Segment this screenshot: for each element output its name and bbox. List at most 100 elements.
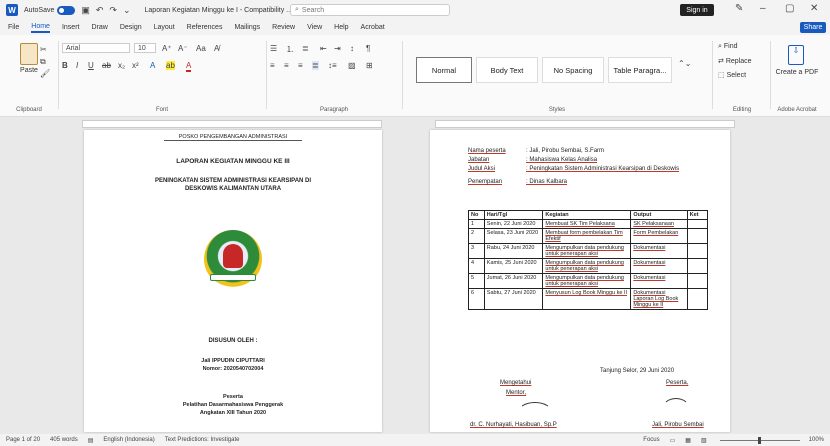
word-count[interactable]: 405 words bbox=[50, 437, 78, 443]
decrease-indent-icon[interactable]: ⇤ bbox=[320, 44, 327, 53]
align-left-icon[interactable]: ≡ bbox=[270, 61, 275, 70]
cell-note bbox=[686, 228, 709, 244]
superscript-icon[interactable]: x² bbox=[132, 61, 139, 70]
language[interactable]: English (Indonesia) bbox=[103, 437, 154, 443]
underline-icon[interactable]: U bbox=[88, 61, 94, 70]
meta-value-placement: : Dinas Kalbara bbox=[526, 179, 568, 185]
report-subtitle-1: PENINGKATAN SISTEM ADMINISTRASI KEARSIPA… bbox=[154, 178, 312, 184]
cell-output: Dokumentasi Laporan Log Book Minggu ke I… bbox=[630, 288, 688, 310]
menu-home[interactable]: Home bbox=[31, 23, 50, 33]
document-page-2[interactable]: Nama peserta : Jali, Pirobu Sembai, S.Fa… bbox=[430, 130, 730, 432]
save-icon[interactable]: ▣ bbox=[81, 5, 90, 16]
divider bbox=[770, 41, 771, 109]
focus-button[interactable]: Focus bbox=[643, 437, 659, 443]
style-no-spacing[interactable]: No Spacing bbox=[542, 57, 604, 83]
cell-activity: Mengumpulkan data pendukung untuk penera… bbox=[542, 258, 632, 274]
close-icon[interactable]: ✕ bbox=[810, 3, 818, 14]
align-right-icon[interactable]: ≡ bbox=[298, 61, 303, 70]
font-color-icon[interactable]: A bbox=[186, 61, 192, 72]
italic-icon[interactable]: I bbox=[76, 61, 78, 70]
menu-design[interactable]: Design bbox=[120, 24, 142, 31]
increase-indent-icon[interactable]: ⇥ bbox=[334, 44, 341, 53]
menu-review[interactable]: Review bbox=[272, 24, 295, 31]
meta-label-placement: Penempatan bbox=[468, 179, 503, 185]
document-page-1[interactable]: POSKO PENGEMBANGAN ADMINISTRASI LAPORAN … bbox=[84, 130, 382, 432]
minimize-icon[interactable]: – bbox=[760, 3, 766, 14]
copy-icon[interactable]: ⧉ bbox=[40, 57, 46, 67]
shading-icon[interactable]: ▨ bbox=[348, 61, 356, 70]
autosave[interactable]: AutoSave bbox=[24, 5, 76, 15]
read-mode-icon[interactable]: ▭ bbox=[670, 437, 676, 444]
text-predictions[interactable]: Text Predictions: Investigate bbox=[165, 437, 240, 443]
zoom-level[interactable]: 100% bbox=[809, 437, 824, 443]
menu-draw[interactable]: Draw bbox=[91, 24, 107, 31]
pdf-icon[interactable]: ⇩ bbox=[788, 45, 804, 65]
style-normal[interactable]: Normal bbox=[416, 57, 472, 83]
horizontal-ruler-2[interactable] bbox=[435, 120, 735, 128]
menu-insert[interactable]: Insert bbox=[62, 24, 80, 31]
menu-mailings[interactable]: Mailings bbox=[234, 24, 260, 31]
font-name-select[interactable]: Arial bbox=[62, 43, 130, 53]
pilcrow-icon[interactable]: ¶ bbox=[366, 44, 370, 53]
align-center-icon[interactable]: ≡ bbox=[284, 61, 289, 70]
numbering-icon[interactable]: ⒈ bbox=[286, 44, 294, 55]
format-painter-icon[interactable]: 🖌 bbox=[40, 69, 50, 78]
undo-icon[interactable]: ↶ bbox=[96, 5, 104, 16]
highlight-icon[interactable]: ab bbox=[166, 61, 175, 70]
menu-references[interactable]: References bbox=[187, 24, 223, 31]
cell-no: 2 bbox=[468, 228, 485, 244]
autosave-toggle[interactable] bbox=[57, 5, 76, 15]
page-count[interactable]: Page 1 of 20 bbox=[6, 437, 40, 443]
replace-icon: ⇄ bbox=[718, 58, 726, 65]
style-body-text[interactable]: Body Text bbox=[476, 57, 538, 83]
clipboard-label: Clipboard bbox=[16, 107, 42, 113]
find-button[interactable]: ⌕ Find bbox=[718, 43, 738, 51]
bullets-icon[interactable]: ☰ bbox=[270, 44, 277, 53]
chevron-down-icon[interactable]: ⌄ bbox=[123, 5, 131, 16]
paste-icon[interactable] bbox=[20, 43, 38, 65]
borders-icon[interactable]: ⊞ bbox=[366, 61, 373, 70]
menu-file[interactable]: File bbox=[8, 24, 19, 31]
clear-format-icon[interactable]: A̸ bbox=[214, 44, 219, 53]
strikethrough-icon[interactable]: ab bbox=[102, 61, 111, 70]
text-effects-icon[interactable]: A bbox=[150, 61, 155, 70]
create-pdf-label[interactable]: Create a PDF bbox=[774, 69, 820, 76]
subscript-icon[interactable]: x₂ bbox=[118, 61, 125, 70]
font-size-select[interactable]: 10 bbox=[134, 43, 156, 53]
pen-icon[interactable]: ✎ bbox=[735, 3, 743, 14]
menu-acrobat[interactable]: Acrobat bbox=[361, 24, 385, 31]
cut-icon[interactable]: ✂ bbox=[40, 45, 47, 54]
web-layout-icon[interactable]: ▧ bbox=[701, 437, 707, 444]
autosave-label: AutoSave bbox=[24, 6, 55, 14]
menu-layout[interactable]: Layout bbox=[154, 24, 175, 31]
replace-button[interactable]: ⇄ Replace bbox=[718, 57, 752, 65]
activity-table: No Hari/Tgl Kegiatan Output Ket 1 Senin,… bbox=[468, 210, 709, 310]
ribbon: Paste ✂ ⧉ 🖌 Clipboard Arial 10 A⁺ A⁻ Aa … bbox=[0, 35, 830, 117]
maximize-icon[interactable]: ▢ bbox=[785, 3, 794, 14]
menu-help[interactable]: Help bbox=[334, 24, 348, 31]
multilevel-list-icon[interactable]: ≣ bbox=[302, 44, 309, 53]
signin-button[interactable]: Sign in bbox=[680, 4, 714, 16]
select-button[interactable]: ⬚ Select bbox=[718, 71, 746, 79]
horizontal-ruler[interactable] bbox=[82, 120, 382, 128]
zoom-slider-handle[interactable] bbox=[758, 437, 761, 444]
proofing-icon[interactable]: ▤ bbox=[88, 437, 94, 444]
cell-note bbox=[686, 273, 709, 289]
cell-no: 1 bbox=[468, 219, 485, 229]
sort-icon[interactable]: ↕ bbox=[350, 44, 354, 53]
menu-view[interactable]: View bbox=[307, 24, 322, 31]
styles-scroll-icon[interactable]: ⌃⌄ bbox=[678, 59, 691, 68]
share-button[interactable]: Share bbox=[800, 22, 826, 33]
bold-icon[interactable]: B bbox=[62, 61, 68, 70]
justify-icon[interactable]: ≣ bbox=[312, 61, 319, 70]
meta-value-name: : Jali, Pirobu Sembai, S.Farm bbox=[526, 148, 605, 154]
line-spacing-icon[interactable]: ↕≡ bbox=[328, 61, 337, 70]
style-table-paragraph[interactable]: Table Paragra... bbox=[608, 57, 672, 83]
font-label: Font bbox=[155, 107, 168, 113]
grow-font-icon[interactable]: A⁺ bbox=[162, 44, 172, 53]
search-box[interactable]: ⌕ Search bbox=[290, 4, 450, 16]
redo-icon[interactable]: ↷ bbox=[109, 5, 117, 16]
change-case-icon[interactable]: Aa bbox=[196, 44, 206, 53]
print-layout-icon[interactable]: ▦ bbox=[685, 437, 691, 444]
shrink-font-icon[interactable]: A⁻ bbox=[178, 44, 188, 53]
